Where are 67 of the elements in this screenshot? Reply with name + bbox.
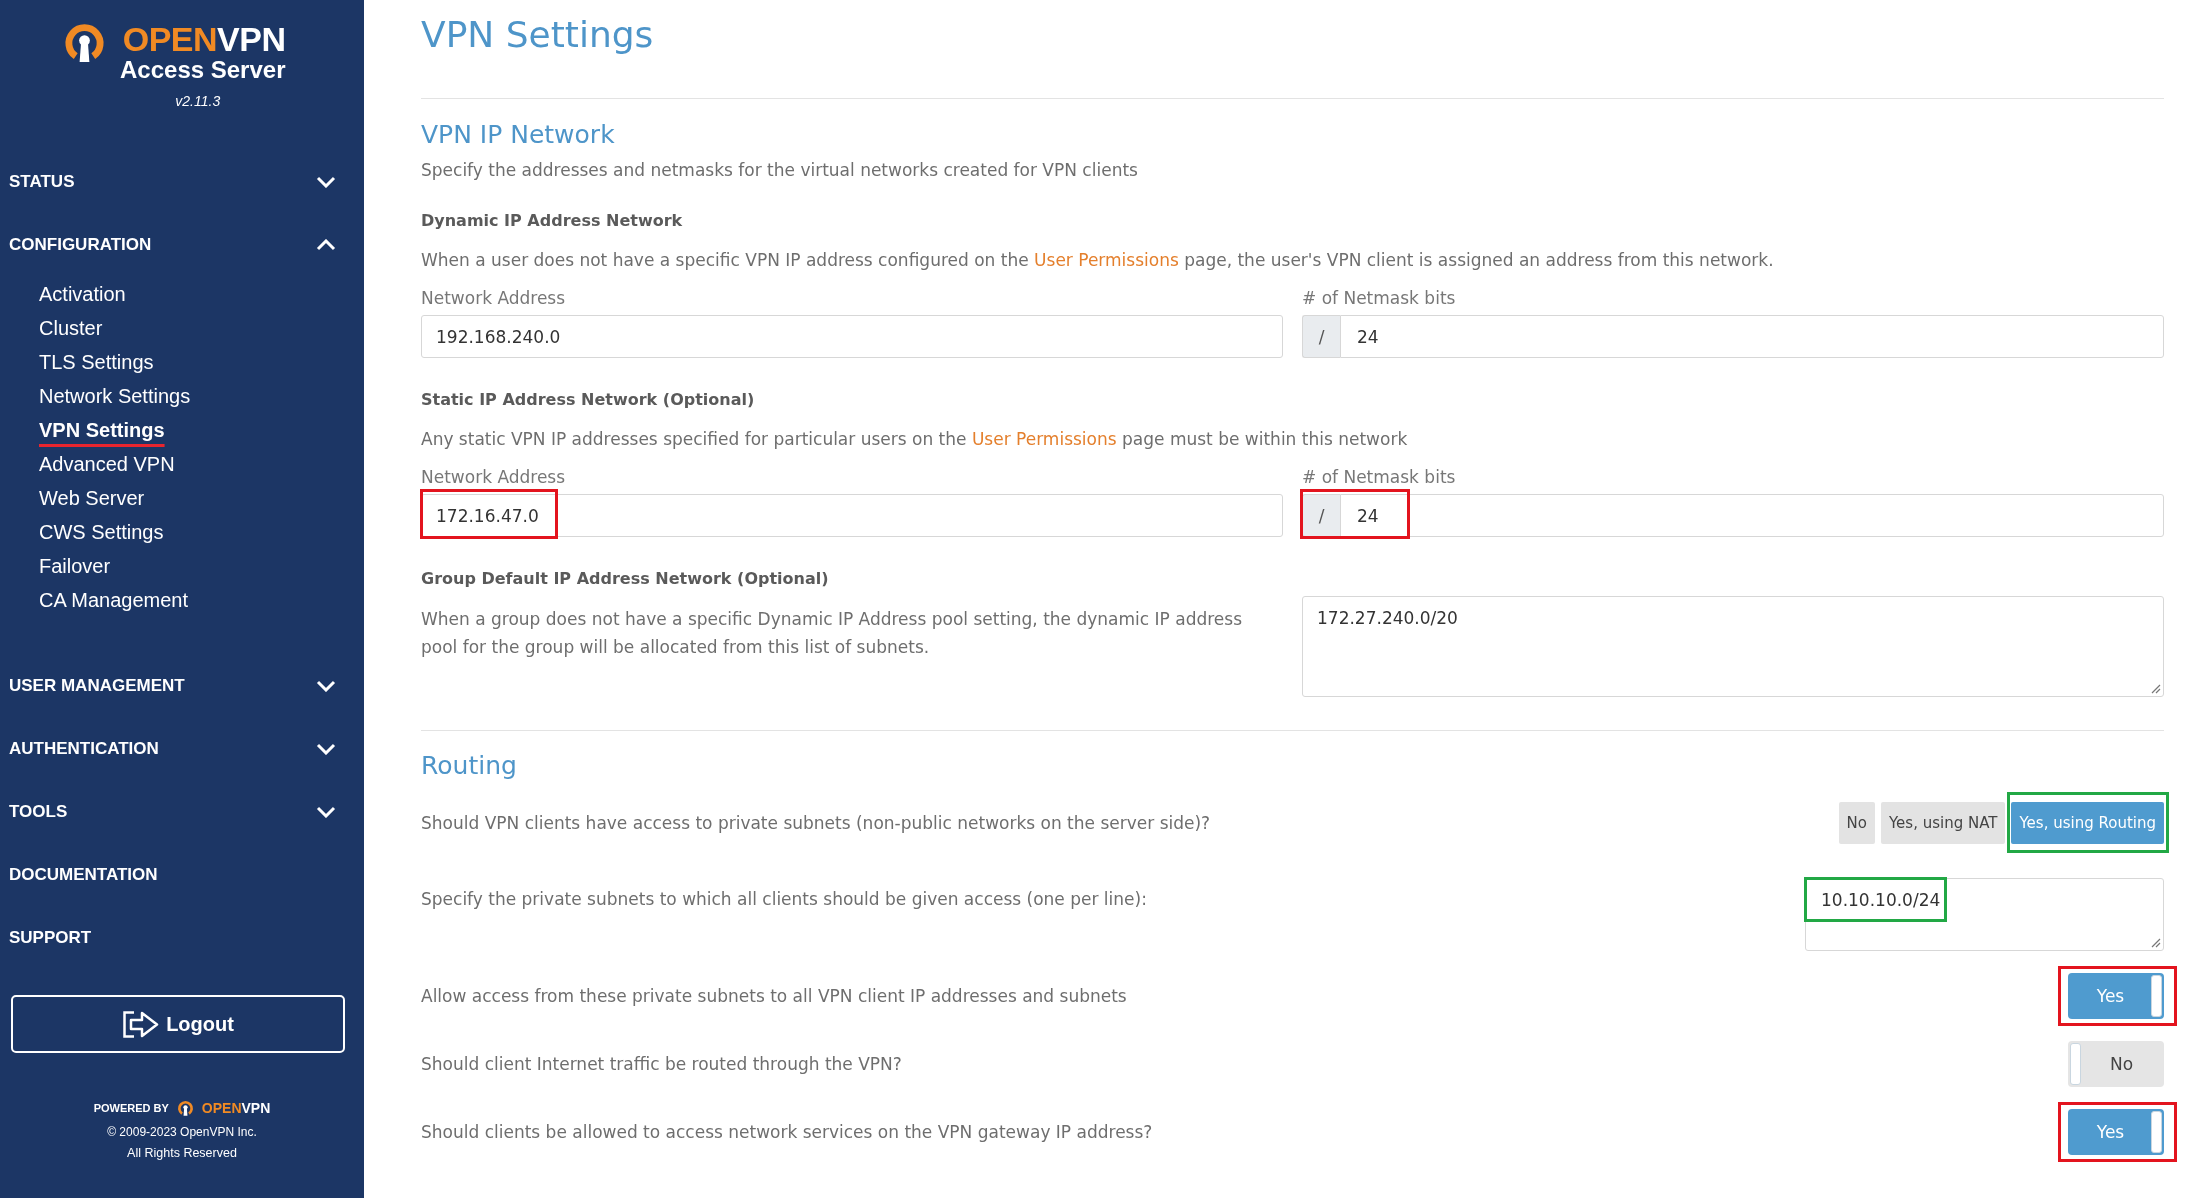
field-label: # of Netmask bits bbox=[1302, 287, 1457, 310]
switch-knob[interactable] bbox=[2070, 1043, 2081, 1085]
routing-question: Should VPN clients have access to private subnets (non-public networks on the server side)? bbox=[421, 812, 1211, 835]
netmask-field[interactable]: 24 bbox=[1340, 315, 2164, 358]
help-text: Any static VPN IP addresses specified for particular users on the User Permissions page must be within this network bbox=[421, 428, 1409, 451]
nav-item[interactable]: Failover bbox=[0, 549, 111, 583]
nav-item[interactable]: TLS Settings bbox=[0, 345, 154, 379]
powered-by-text: POWERED BY bbox=[93, 1102, 169, 1114]
product-name: Access Server bbox=[120, 57, 286, 83]
routing-question: Should client Internet traffic be routed through the VPN? bbox=[421, 1053, 902, 1076]
field-label: Network Address bbox=[421, 466, 567, 489]
nav-section[interactable]: CONFIGURATION bbox=[0, 213, 364, 276]
footer-logo-icon bbox=[176, 1099, 194, 1117]
input-prefix: / bbox=[1302, 494, 1340, 537]
chevron-down-icon bbox=[316, 742, 336, 755]
nav-section[interactable]: STATUS bbox=[0, 150, 364, 213]
field-label: Network Address bbox=[421, 287, 567, 310]
logout-icon bbox=[122, 1009, 161, 1039]
rights-text: All Rights Reserved bbox=[127, 1145, 237, 1162]
nav-item[interactable]: VPN Settings bbox=[0, 413, 165, 447]
nav-item[interactable]: Advanced VPN bbox=[0, 447, 175, 481]
routing-question: Should clients be allowed to access network services on the VPN gateway IP address? bbox=[421, 1121, 1153, 1144]
chevron-down-icon bbox=[316, 679, 336, 692]
nav-link[interactable]: DOCUMENTATION bbox=[0, 843, 364, 906]
nav-item[interactable]: Network Settings bbox=[0, 379, 191, 413]
nav-section[interactable]: TOOLS bbox=[0, 780, 364, 843]
copyright-text: © 2009-2023 OpenVPN Inc. bbox=[107, 1124, 257, 1141]
switch-knob[interactable] bbox=[2151, 1111, 2162, 1153]
chevron-up-icon bbox=[316, 238, 336, 251]
version-text: v2.11.3 bbox=[175, 92, 221, 110]
switch-knob[interactable] bbox=[2151, 975, 2162, 1017]
option-button[interactable]: Yes, using NAT bbox=[1880, 802, 2006, 844]
nav-section[interactable]: USER MANAGEMENT bbox=[0, 654, 364, 717]
resize-grip-icon[interactable] bbox=[2151, 938, 2161, 948]
subnet-pool-textarea[interactable]: 172.27.240.0/20 bbox=[1302, 596, 2164, 697]
section-title: Routing bbox=[421, 750, 518, 782]
netmask-field[interactable]: 24 bbox=[1340, 494, 2164, 537]
help-text: When a group does not have a specific Dynamic IP Address pool setting, the dynamic IP address pool for the group will be allocated from this list of subnets. bbox=[421, 608, 1243, 659]
routing-question: Specify the private subnets to which all clients should be given access (one per line): bbox=[421, 888, 1147, 911]
brand-name: OPENVPN bbox=[122, 22, 286, 56]
nav-item[interactable]: Cluster bbox=[0, 311, 103, 345]
help-text: When a user does not have a specific VPN IP address configured on the User Permissions page, the user's VPN client is assigned an address from this network. bbox=[421, 249, 1775, 272]
address-field[interactable]: 192.168.240.0 bbox=[421, 315, 1283, 358]
subsection-heading: Dynamic IP Address Network bbox=[421, 210, 684, 232]
field-label: # of Netmask bits bbox=[1302, 466, 1457, 489]
subsection-heading: Group Default IP Address Network (Optional) bbox=[421, 568, 830, 590]
toggle-switch[interactable]: No bbox=[2068, 1041, 2164, 1087]
resize-grip-icon[interactable] bbox=[2151, 684, 2161, 694]
page-title: VPN Settings bbox=[421, 13, 655, 57]
chevron-down-icon bbox=[316, 175, 336, 188]
routing-question: Allow access from these private subnets to all VPN client IP addresses and subnets bbox=[421, 985, 1127, 1008]
logo-icon bbox=[63, 23, 106, 64]
logout-button[interactable]: Logout bbox=[11, 995, 345, 1053]
nav-item[interactable]: Web Server bbox=[0, 481, 145, 515]
option-button[interactable]: No bbox=[1838, 802, 1875, 844]
nav-section[interactable]: AUTHENTICATION bbox=[0, 717, 364, 780]
nav-item[interactable]: Activation bbox=[0, 277, 126, 311]
input-prefix: / bbox=[1302, 315, 1340, 358]
chevron-down-icon bbox=[316, 805, 336, 818]
footer-brand: OPENVPN bbox=[201, 1100, 271, 1116]
nav-link[interactable]: SUPPORT bbox=[0, 906, 364, 969]
nav-item[interactable]: CWS Settings bbox=[0, 515, 164, 549]
section-title: VPN IP Network bbox=[421, 119, 616, 151]
section-description: Specify the addresses and netmasks for the virtual networks created for VPN clients bbox=[421, 159, 1139, 182]
nav-item[interactable]: CA Management bbox=[0, 583, 188, 617]
subnets-textarea[interactable]: 10.10.10.0/24 bbox=[1805, 878, 2164, 951]
subsection-heading: Static IP Address Network (Optional) bbox=[421, 389, 756, 411]
